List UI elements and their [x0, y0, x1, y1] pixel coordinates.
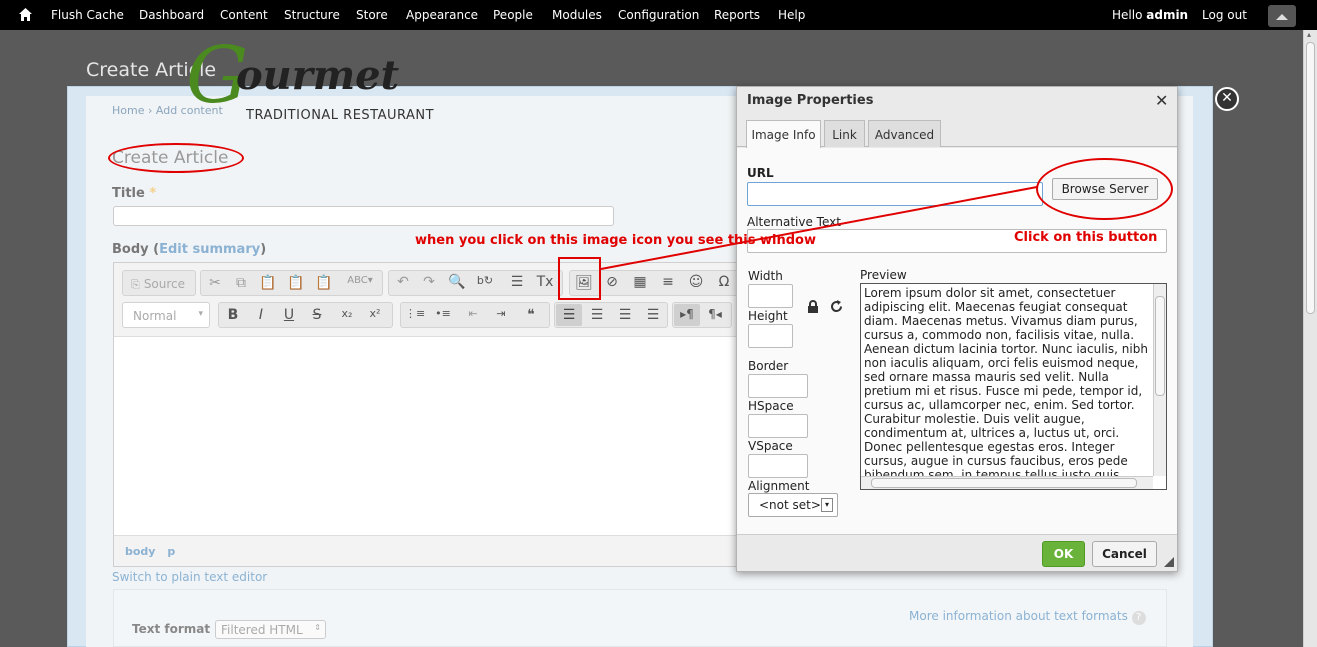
page-scroll-thumb[interactable]: [1306, 42, 1315, 314]
page-scrollbar[interactable]: ▴: [1303, 30, 1317, 647]
annotation-arrow: [600, 186, 1038, 270]
scroll-up-icon[interactable]: ▴: [1307, 30, 1311, 39]
